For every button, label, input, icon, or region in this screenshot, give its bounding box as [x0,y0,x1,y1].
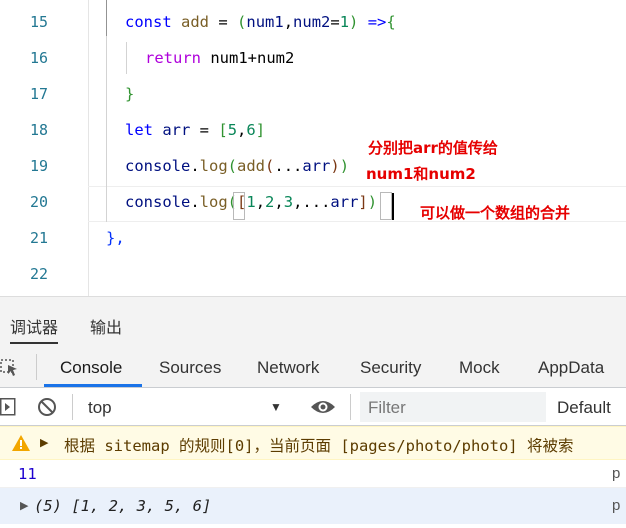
chevron-down-icon: ▼ [270,400,282,414]
warning-text: 根据 sitemap 的规则[0]，当前页面 [pages/photo/phot… [64,437,574,455]
array-summary: (5) [1, 2, 3, 5, 6] [34,497,212,515]
context-select[interactable]: top ▼ [80,388,290,426]
bracket-match-open [233,192,245,220]
code-editor[interactable]: 15 const add = (num1,num2=1) =>{ 16 retu… [0,0,626,296]
console-toolbar: top ▼ Filter Default [0,388,626,426]
tab-console[interactable]: Console [60,358,122,378]
log-value: 11 [18,465,37,483]
code-line-17: 17 } [0,78,626,114]
code-line-18: 18 let arr = [5,6] [0,114,626,150]
filter-placeholder: Filter [368,398,406,417]
expand-arrow-icon[interactable]: ▶ [20,499,28,512]
tab-security[interactable]: Security [360,358,421,378]
toolbar-divider [72,394,73,420]
toolbar-divider [350,394,351,420]
console-log-line: 11 p [0,460,626,488]
eye-icon[interactable] [310,398,336,421]
tab-appdata[interactable]: AppData [538,358,604,378]
code-text: console.log([1,2,3,...arr]) [125,193,378,211]
log-levels-dropdown[interactable]: Default [557,398,611,418]
filter-input[interactable]: Filter [360,392,546,422]
code-text: console.log(add(...arr)) [125,157,350,175]
console-warning-message[interactable]: ▶ 根据 sitemap 的规则[0]，当前页面 [pages/photo/ph… [0,426,626,460]
line-number: 18 [29,121,48,139]
code-line-21: 21 }, [0,222,626,258]
line-number: 22 [29,265,48,283]
line-number: 20 [29,193,48,211]
log-source-link[interactable]: p [612,465,620,482]
annotation-spread-args-1: 分别把arr的值传给 [368,139,498,157]
text-cursor [392,193,394,220]
tab-output[interactable]: 输出 [90,314,122,338]
tab-sources[interactable]: Sources [159,358,221,378]
code-line-15: 15 const add = (num1,num2=1) =>{ [0,6,626,42]
tab-debugger[interactable]: 调试器 [10,314,59,344]
line-number: 16 [29,49,48,67]
inspect-element-icon[interactable] [0,357,20,377]
expand-arrow-icon[interactable]: ▶ [40,436,48,449]
code-line-19: 19 console.log(add(...arr)) [0,150,626,186]
line-number: 19 [29,157,48,175]
array-source-link[interactable]: p [612,497,620,514]
active-tab-indicator [44,384,142,387]
tab-network[interactable]: Network [257,358,319,378]
panel-tab-bar: 调试器 输出 [0,296,626,346]
code-line-16: 16 return num1+num2 [0,42,626,78]
sidebar-toggle-icon[interactable] [0,398,16,421]
code-text: let arr = [5,6] [125,121,266,139]
devtools-tab-bar: Console Sources Network Security Mock Ap… [0,346,626,388]
line-number: 15 [29,13,48,31]
clear-console-icon[interactable] [37,397,57,422]
toolbar-divider [36,354,37,380]
bracket-match-close [380,192,392,220]
line-number: 21 [29,229,48,247]
code-text: } [125,85,135,103]
code-text: const add = (num1,num2=1) =>{ [125,13,396,31]
annotation-spread-args-2: num1和num2 [366,165,476,183]
code-text: return num1+num2 [145,49,295,67]
annotation-merge-array: 可以做一个数组的合并 [420,204,571,222]
warning-icon [12,435,30,456]
line-number: 17 [29,85,48,103]
code-text: }, [106,229,125,247]
context-select-value: top [88,398,112,417]
tab-mock[interactable]: Mock [459,358,500,378]
code-line-22: 22 [0,258,626,294]
console-array-line[interactable]: ▶ (5) [1, 2, 3, 5, 6] p [0,488,626,524]
